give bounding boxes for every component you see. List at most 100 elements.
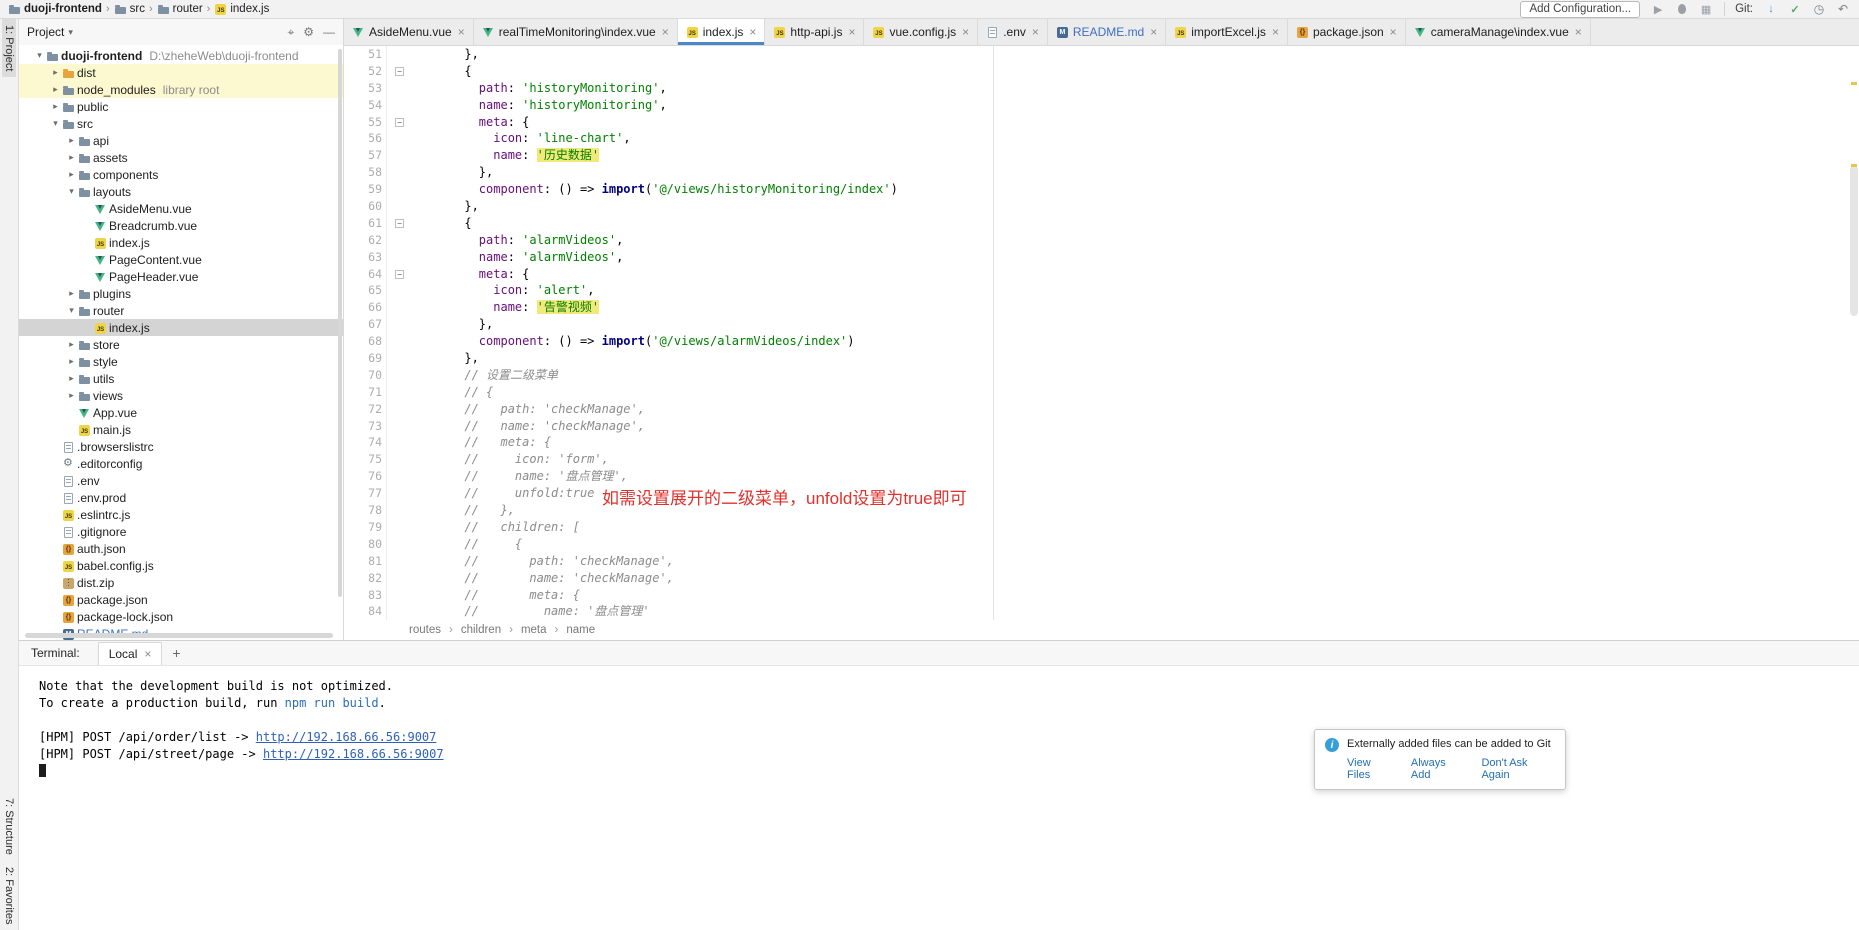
tree-item-editorconfig[interactable]: .editorconfig [19,455,343,472]
terminal-link[interactable]: http://192.168.66.56:9007 [263,747,444,761]
close-icon[interactable]: × [1032,27,1039,37]
error-stripe-mark[interactable] [1851,164,1857,167]
git-commit-icon[interactable]: ✓ [1787,1,1803,17]
project-scrollbar-horizontal[interactable] [25,633,333,638]
tree-item-app-vue[interactable]: App.vue [19,404,343,421]
close-icon[interactable]: × [962,27,969,37]
chevron-down-icon[interactable]: ▾ [33,50,46,61]
tree-item-pageheader-vue[interactable]: PageHeader.vue [19,268,343,285]
tool-window-favorites-button[interactable]: 2: Favorites [2,861,16,930]
chevron-right-icon[interactable]: ▸ [65,356,78,367]
tree-item-pagecontent-vue[interactable]: PageContent.vue [19,251,343,268]
chevron-right-icon[interactable]: ▸ [65,135,78,146]
tree-item-gitignore[interactable]: .gitignore [19,523,343,540]
editor-breadcrumb-meta[interactable]: meta [521,624,547,636]
chevron-down-icon[interactable]: ▾ [65,305,78,316]
tree-item-package-json[interactable]: package.json [19,591,343,608]
tree-item-duoji-frontend[interactable]: ▾duoji-frontendD:\zheheWeb\duoji-fronten… [19,47,343,64]
fold-collapse-icon[interactable]: − [395,270,404,279]
fold-collapse-icon[interactable]: − [395,219,404,228]
chevron-right-icon[interactable]: ▸ [49,101,62,112]
close-icon[interactable]: × [1272,27,1279,37]
tree-item-package-lock-json[interactable]: package-lock.json [19,608,343,625]
close-icon[interactable]: × [458,27,465,37]
close-icon[interactable]: × [662,27,669,37]
terminal-link[interactable]: http://192.168.66.56:9007 [256,730,437,744]
tree-item-index-js[interactable]: index.js [19,319,343,336]
chevron-right-icon[interactable]: ▸ [65,152,78,163]
close-icon[interactable]: × [1150,27,1157,37]
history-icon[interactable]: ◷ [1811,1,1827,17]
fold-collapse-icon[interactable]: − [395,67,404,76]
tree-item-plugins[interactable]: ▸plugins [19,285,343,302]
tab-cameramanage-index-vue[interactable]: cameraManage\index.vue× [1406,19,1591,45]
tree-item-env-prod[interactable]: .env.prod [19,489,343,506]
tab-package-json[interactable]: package.json× [1288,19,1406,45]
tree-item-env[interactable]: .env [19,472,343,489]
coverage-icon[interactable]: ▦ [1698,1,1714,17]
editor-breadcrumb-routes[interactable]: routes [409,624,441,636]
gear-icon[interactable]: ⚙ [303,25,314,39]
git-update-icon[interactable]: ↓ [1763,1,1779,17]
tree-item-assets[interactable]: ▸assets [19,149,343,166]
run-icon[interactable]: ▶ [1650,1,1666,17]
chevron-right-icon[interactable]: ▸ [49,84,62,95]
editor-breadcrumb-children[interactable]: children [461,624,501,636]
new-terminal-button[interactable]: + [172,645,180,661]
close-icon[interactable]: × [749,27,756,37]
project-scrollbar-vertical[interactable] [338,49,342,597]
tab-realtimemonitoring-index-vue[interactable]: realTimeMonitoring\index.vue× [474,19,678,45]
tree-item-breadcrumb-vue[interactable]: Breadcrumb.vue [19,217,343,234]
tree-item-src[interactable]: ▾src [19,115,343,132]
tab-asidemenu-vue[interactable]: AsideMenu.vue× [344,19,474,45]
chevron-right-icon[interactable]: ▸ [65,169,78,180]
fold-collapse-icon[interactable]: − [395,118,404,127]
tree-item-index-js[interactable]: index.js [19,234,343,251]
tree-item-main-js[interactable]: main.js [19,421,343,438]
tree-item-api[interactable]: ▸api [19,132,343,149]
terminal-output[interactable]: Note that the development build is not o… [19,666,1859,930]
code-editor[interactable]: 51 },52− {53 path: 'historyMonitoring',5… [344,46,1859,620]
tree-item-utils[interactable]: ▸utils [19,370,343,387]
tree-item-style[interactable]: ▸style [19,353,343,370]
chevron-right-icon[interactable]: ▸ [65,373,78,384]
close-icon[interactable]: × [848,27,855,37]
tree-item-router[interactable]: ▾router [19,302,343,319]
chevron-right-icon[interactable]: ▸ [65,390,78,401]
project-view-selector[interactable]: Project ▾ [27,25,73,39]
tree-item-store[interactable]: ▸store [19,336,343,353]
breadcrumb-item-src[interactable]: src [114,3,145,15]
tree-item-eslintrc-js[interactable]: .eslintrc.js [19,506,343,523]
tab-index-js[interactable]: index.js× [678,19,766,45]
tree-item-components[interactable]: ▸components [19,166,343,183]
tree-item-layouts[interactable]: ▾layouts [19,183,343,200]
tree-item-babel-config-js[interactable]: babel.config.js [19,557,343,574]
error-stripe-mark[interactable] [1851,82,1857,85]
tab-vue-config-js[interactable]: vue.config.js× [864,19,978,45]
tree-item-asidemenu-vue[interactable]: AsideMenu.vue [19,200,343,217]
chevron-down-icon[interactable]: ▾ [49,118,62,129]
chevron-right-icon[interactable]: ▸ [65,339,78,350]
tab-http-api-js[interactable]: http-api.js× [765,19,864,45]
close-icon[interactable]: × [1390,27,1397,37]
notification-action-always-add[interactable]: Always Add [1411,757,1466,781]
tree-item-browserslistrc[interactable]: .browserslistrc [19,438,343,455]
tree-item-node-modules[interactable]: ▸node_moduleslibrary root [19,81,343,98]
terminal-tab-local[interactable]: Local × [98,642,163,665]
chevron-down-icon[interactable]: ▾ [65,186,78,197]
tree-item-dist[interactable]: ▸dist [19,64,343,81]
notification-action-view-files[interactable]: View Files [1347,757,1395,781]
close-icon[interactable]: × [144,647,151,661]
debug-icon[interactable] [1674,1,1690,17]
editor-scrollbar[interactable] [1850,166,1858,316]
breadcrumb-item-index-js[interactable]: index.js [214,3,269,15]
tab-env[interactable]: .env× [978,19,1048,45]
hide-panel-icon[interactable]: — [323,25,335,39]
notification-action-don-t-ask-again[interactable]: Don't Ask Again [1481,757,1555,781]
close-icon[interactable]: × [1575,27,1582,37]
tab-readme-md[interactable]: README.md× [1048,19,1166,45]
tree-item-views[interactable]: ▸views [19,387,343,404]
editor-breadcrumb-name[interactable]: name [566,624,595,636]
tree-item-auth-json[interactable]: auth.json [19,540,343,557]
chevron-right-icon[interactable]: ▸ [49,67,62,78]
